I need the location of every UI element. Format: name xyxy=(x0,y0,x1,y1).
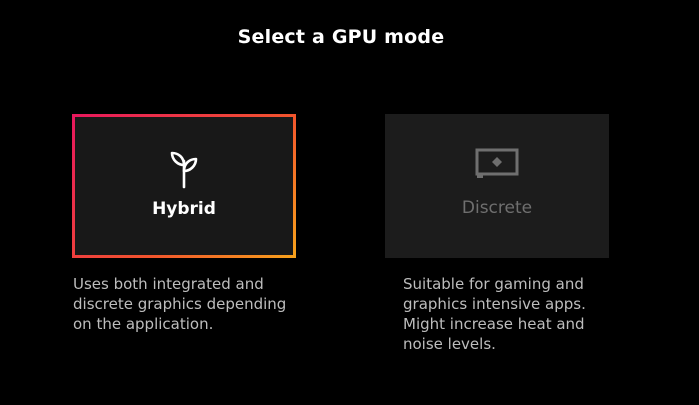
plant-icon xyxy=(164,145,204,193)
hybrid-mode-description: Uses both integrated and discrete graphi… xyxy=(73,275,287,333)
gpu-mode-dialog: Select a GPU mode Hybrid Discrete Uses b… xyxy=(0,0,699,405)
discrete-mode-description: Suitable for gaming and graphics intensi… xyxy=(403,275,586,353)
hybrid-mode-label: Hybrid xyxy=(152,199,216,219)
page-title: Select a GPU mode xyxy=(237,26,445,48)
monitor-icon xyxy=(475,148,519,184)
hybrid-mode-card[interactable]: Hybrid xyxy=(72,114,296,258)
discrete-mode-label: Discrete xyxy=(461,198,533,218)
discrete-mode-card[interactable]: Discrete xyxy=(385,114,609,258)
